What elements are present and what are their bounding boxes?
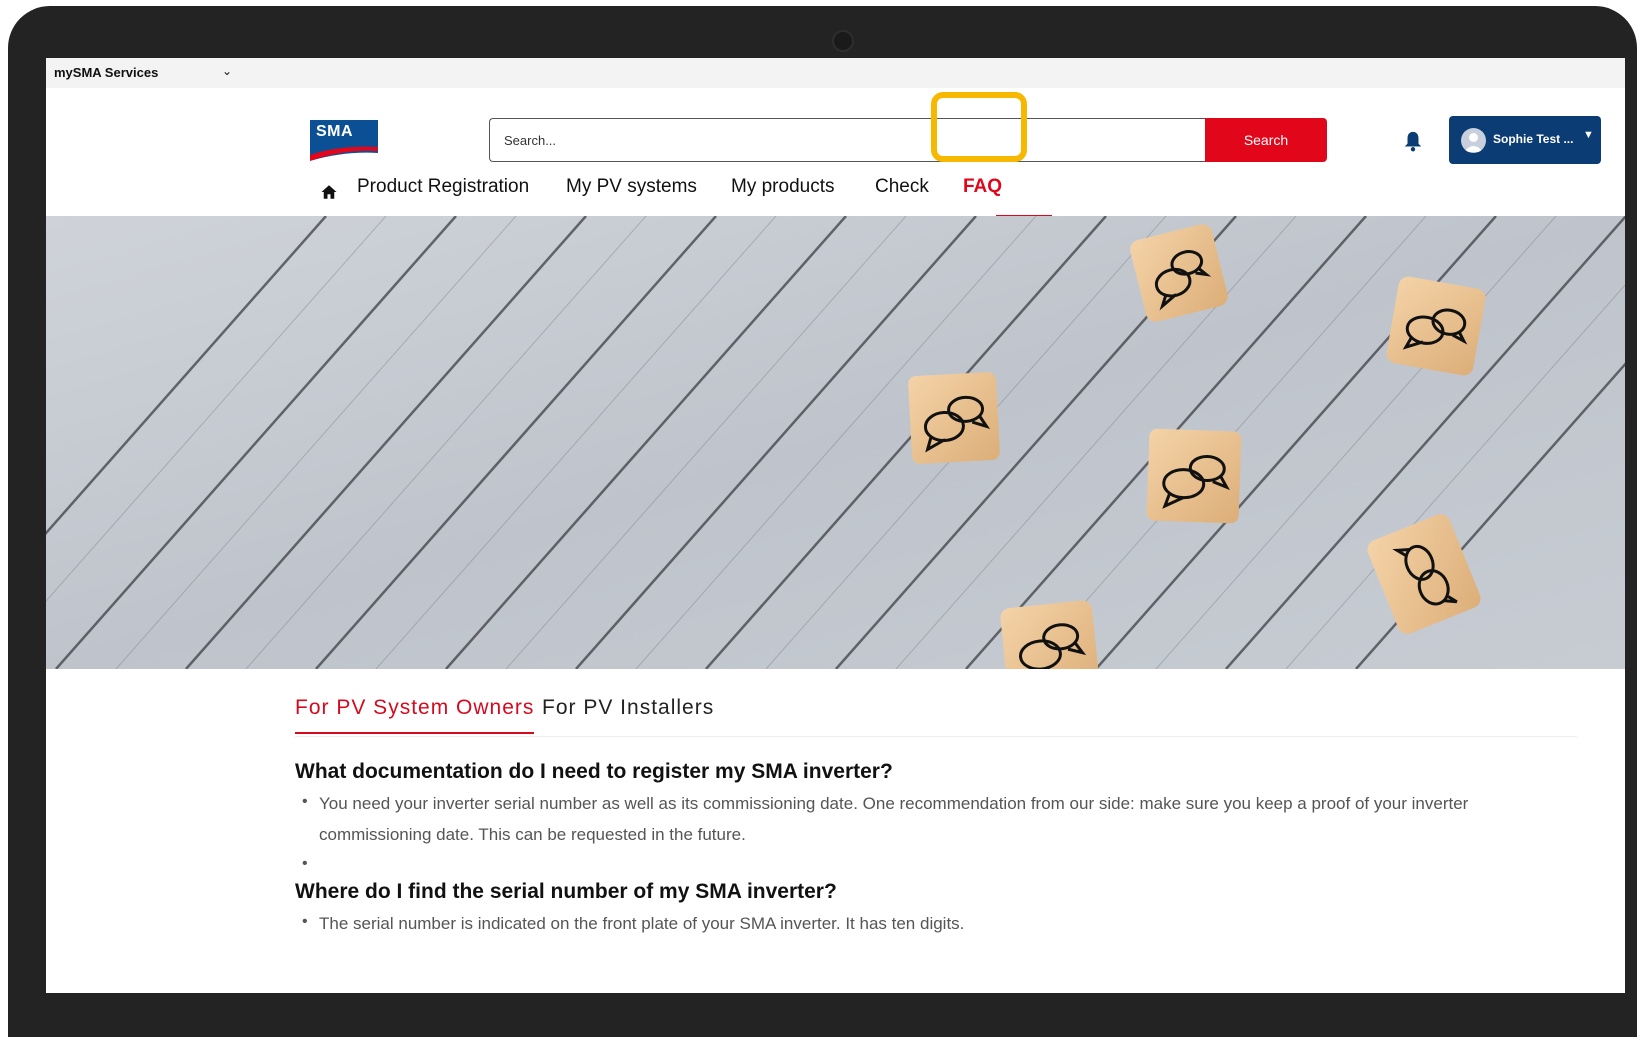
faq-question[interactable]: What documentation do I need to register… <box>295 760 893 784</box>
browser-screen: mySMA Services ⌄ SMA Search Sophie Test … <box>46 58 1625 993</box>
nav-faq[interactable]: FAQ <box>963 176 1002 198</box>
search-input[interactable] <box>490 119 1205 161</box>
services-dropdown-label[interactable]: mySMA Services <box>54 65 158 80</box>
user-menu-button[interactable]: Sophie Test ... ▼ <box>1449 116 1601 164</box>
faq-question[interactable]: Where do I find the serial number of my … <box>295 880 837 904</box>
chevron-down-icon[interactable]: ⌄ <box>222 64 232 78</box>
speech-cube-icon <box>1386 276 1486 376</box>
list-bullet: • <box>302 855 308 872</box>
faq-tabs: For PV System Owners For PV Installers <box>295 696 1577 737</box>
caret-down-icon: ▼ <box>1583 129 1594 141</box>
list-bullet: • <box>302 793 308 810</box>
nav-my-pv-systems[interactable]: My PV systems <box>566 176 697 198</box>
notification-bell-icon[interactable] <box>1402 130 1424 152</box>
webcam <box>832 30 854 52</box>
hero-image <box>46 216 1625 669</box>
logo-text: SMA <box>316 123 354 140</box>
logo-swoosh-icon <box>310 146 378 161</box>
nav-product-registration[interactable]: Product Registration <box>357 176 529 198</box>
list-bullet: • <box>302 913 308 930</box>
tab-pv-system-owners[interactable]: For PV System Owners <box>295 696 535 734</box>
home-icon[interactable] <box>320 183 338 201</box>
search-box <box>489 118 1205 162</box>
speech-cube-icon <box>1146 428 1242 524</box>
avatar-icon <box>1461 128 1486 153</box>
services-bar: mySMA Services ⌄ <box>46 58 1625 88</box>
faq-answer: You need your inverter serial number as … <box>319 794 1469 844</box>
faq-answer: The serial number is indicated on the fr… <box>319 914 965 933</box>
user-name: Sophie Test ... <box>1493 132 1574 146</box>
speech-cube-icon <box>908 372 1000 464</box>
search-button[interactable]: Search <box>1205 118 1327 162</box>
tab-pv-installers[interactable]: For PV Installers <box>542 696 714 720</box>
nav-my-products[interactable]: My products <box>731 176 834 198</box>
speech-cube-icon <box>1000 600 1100 669</box>
main-nav: Product Registration My PV systems My pr… <box>46 173 1625 215</box>
sma-logo[interactable]: SMA <box>310 120 378 161</box>
wooden-planks-image <box>46 216 1625 669</box>
nav-check[interactable]: Check <box>875 176 929 198</box>
